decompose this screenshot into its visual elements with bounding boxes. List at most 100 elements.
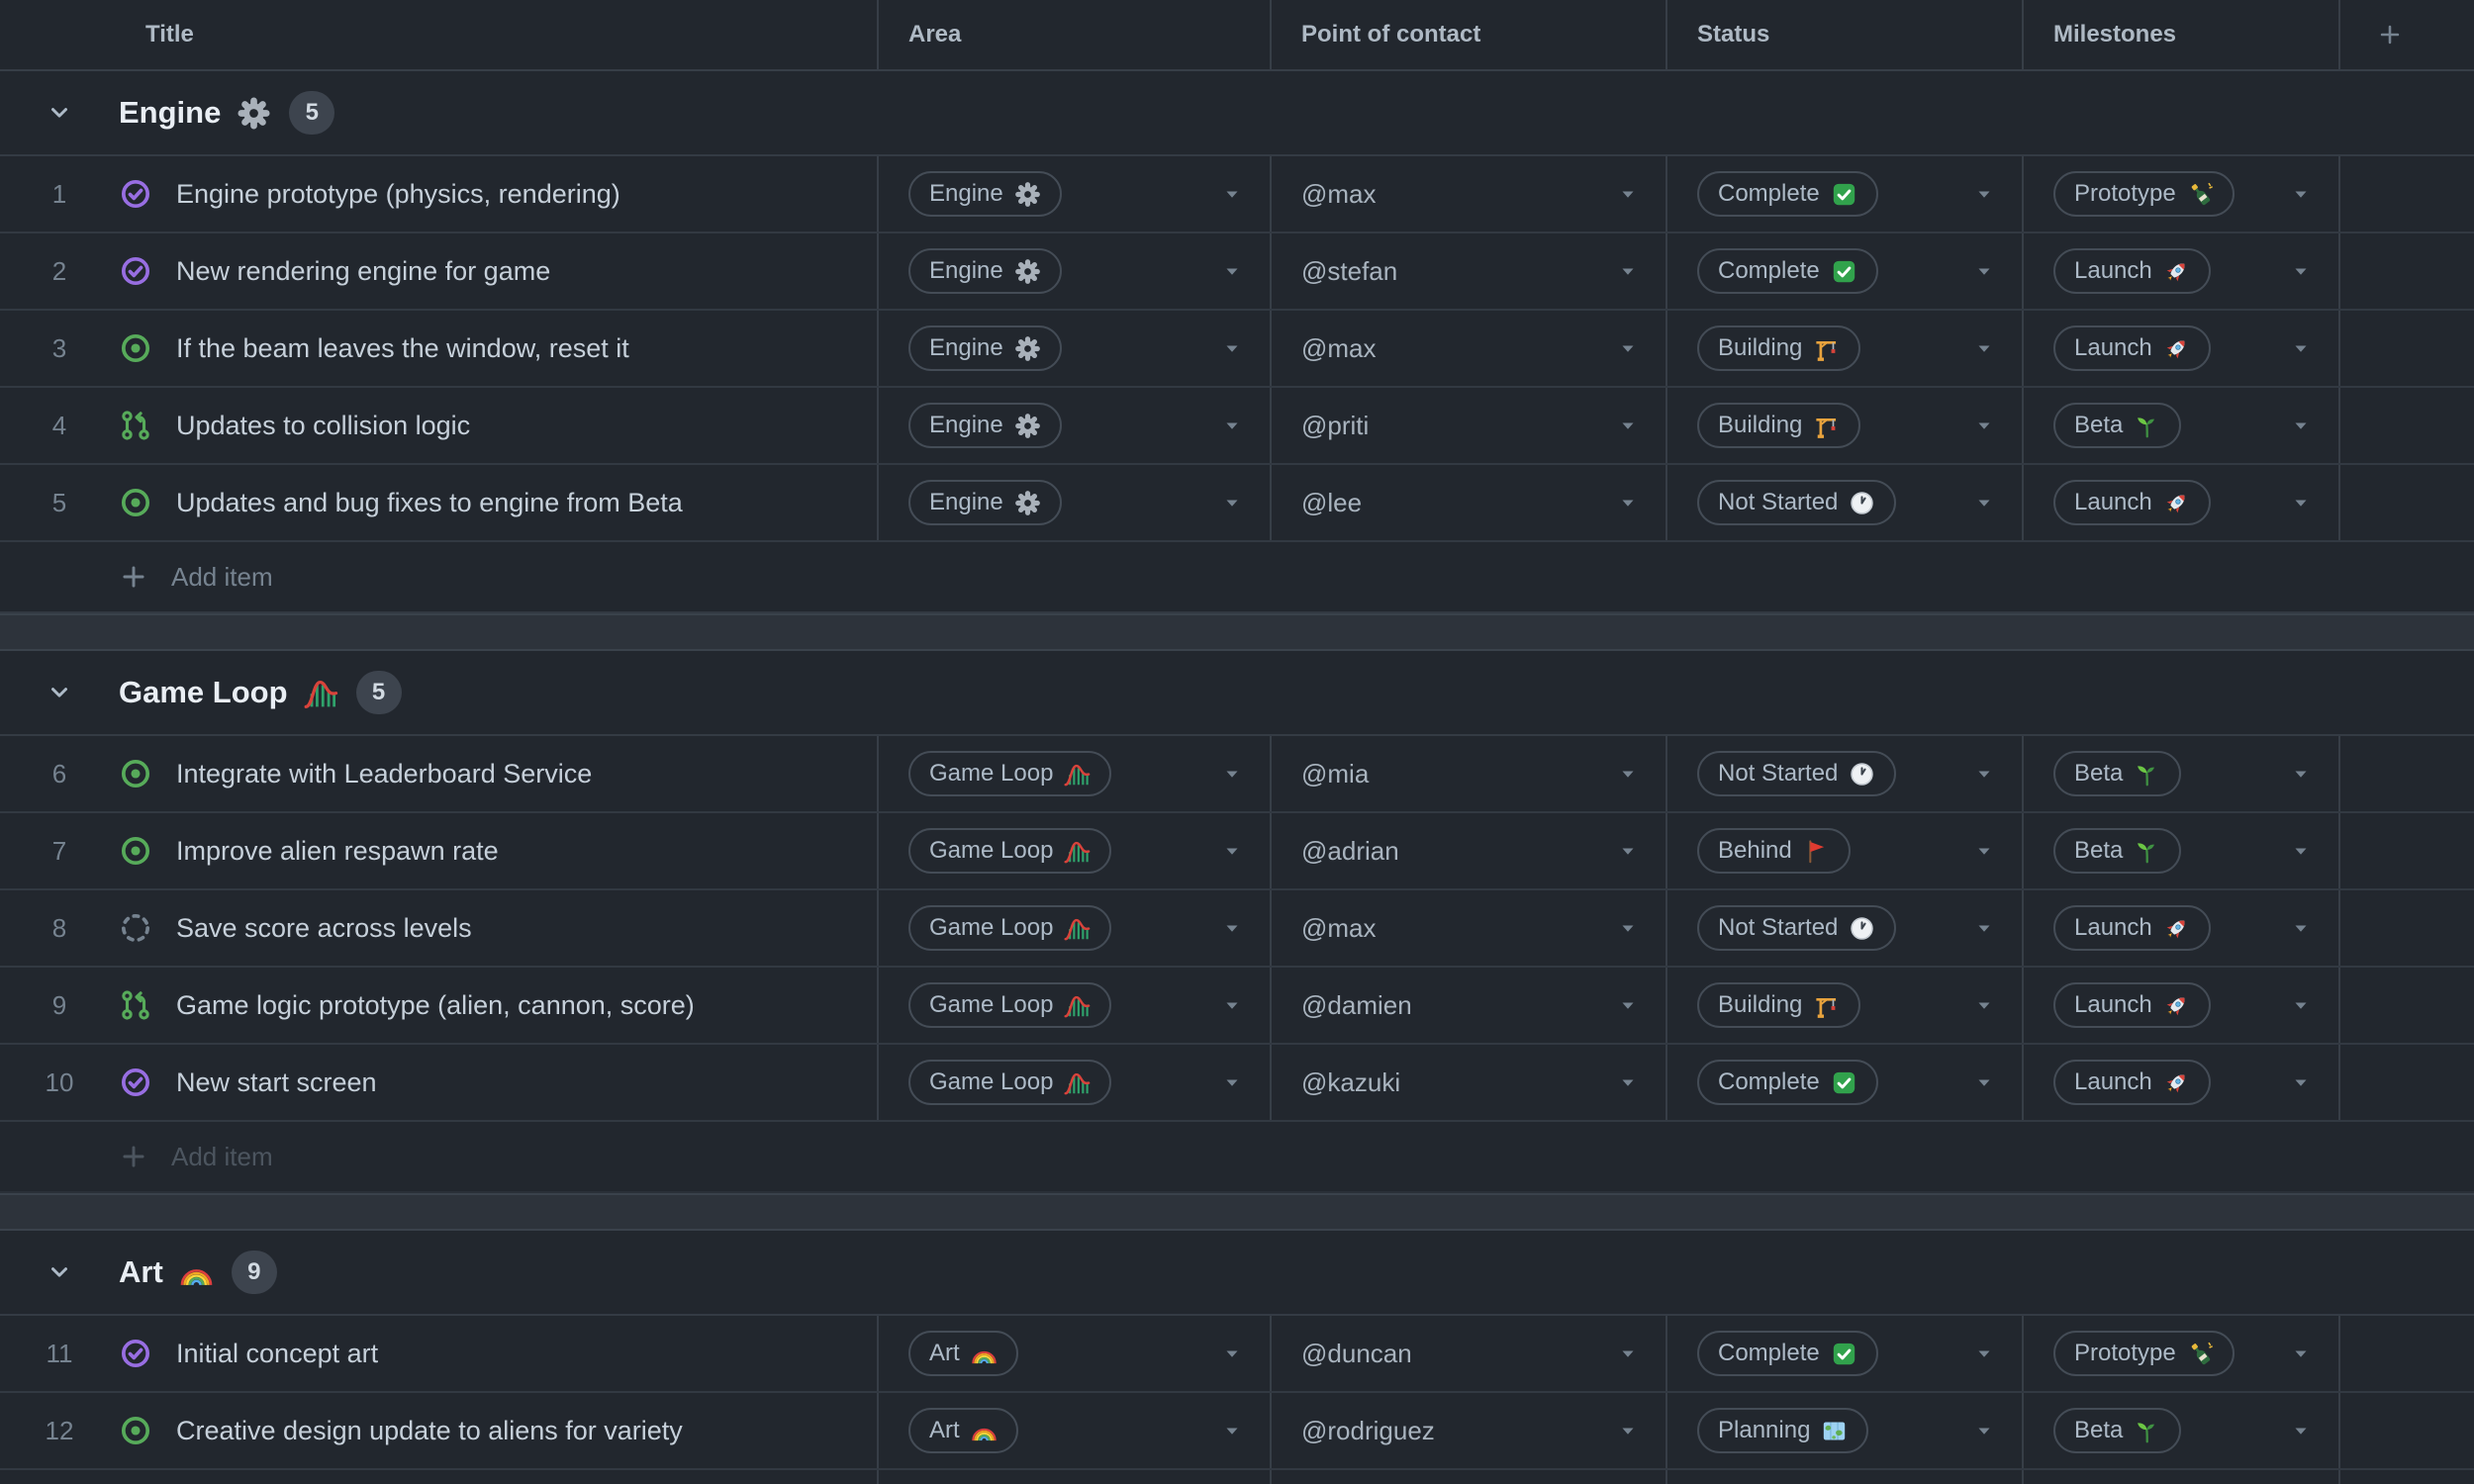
cell-title[interactable]: 10 New start screen [0,1045,877,1120]
cell-milestone[interactable]: Prototype [2022,156,2338,232]
column-header-milestones[interactable]: Milestones [2022,0,2338,69]
cell-status[interactable]: Behind [1665,813,2022,888]
cell-milestone[interactable]: Launch [2022,968,2338,1043]
cell-area[interactable]: Art [877,1316,1270,1391]
cell-milestone[interactable]: Launch [2022,890,2338,966]
add-column-button[interactable] [2338,0,2474,69]
collapse-group-chevron-icon[interactable] [45,98,74,128]
cell-status[interactable]: Building [1665,311,2022,386]
collapse-group-chevron-icon[interactable] [45,678,74,707]
cell-milestone[interactable]: Beta [2022,388,2338,463]
cell-milestone[interactable]: Launch [2022,311,2338,386]
item-title: Updates and bug fixes to engine from Bet… [176,487,683,517]
cell-title[interactable]: 12 Creative design update to aliens for v… [0,1393,877,1468]
cell-title[interactable]: 9 Game logic prototype (alien, cannon, sc… [0,968,877,1043]
cell-title[interactable]: 7 Improve alien respawn rate [0,813,877,888]
cell-area[interactable]: Engine [877,311,1270,386]
cell-poc[interactable]: @sam [1270,1470,1665,1484]
caret-down-icon [1220,491,1244,514]
cell-milestone[interactable]: Beta [2022,813,2338,888]
area-pill-label: Art [929,1417,960,1443]
cell-poc[interactable]: @max [1270,156,1665,232]
add-item-button[interactable]: Add item [0,542,2474,613]
cell-title[interactable]: 1 Engine prototype (physics, rendering) [0,156,877,232]
issue-open-icon [119,486,152,519]
cell-area[interactable]: Engine [877,233,1270,309]
cell-area[interactable]: Game Loop [877,813,1270,888]
item-title: Integrate with Leaderboard Service [176,758,593,788]
cell-milestone[interactable]: Launch [2022,1045,2338,1120]
column-header-poc[interactable]: Point of contact [1270,0,1665,69]
status-pill: Building [1697,982,1861,1028]
cell-title[interactable]: 3 If the beam leaves the window, reset it [0,311,877,386]
item-title: If the beam leaves the window, reset it [176,332,629,363]
caret-down-icon [2289,839,2313,863]
cell-milestone[interactable]: Beta [2022,736,2338,811]
cell-poc[interactable]: @lee [1270,465,1665,540]
cell-area[interactable]: Engine [877,465,1270,540]
caret-down-icon [1220,1070,1244,1094]
cell-area[interactable]: Game Loop [877,1045,1270,1120]
cell-area[interactable]: Engine [877,388,1270,463]
milestone-pill: Beta [2053,751,2182,796]
cell-status[interactable]: Building [1665,968,2022,1043]
cell-poc[interactable]: @max [1270,311,1665,386]
cell-status[interactable]: Not Started [1665,465,2022,540]
cell-area[interactable]: Game Loop [877,736,1270,811]
cell-status[interactable]: Complete [1665,156,2022,232]
cell-status[interactable]: Complete [1665,1316,2022,1391]
column-header-status[interactable]: Status [1665,0,2022,69]
row-number: 4 [51,410,67,440]
cell-area[interactable]: Game Loop [877,968,1270,1043]
cell-status[interactable]: Building [1665,388,2022,463]
cell-title[interactable]: 13Updates to alien, beam, bomb and canno… [0,1470,877,1484]
cell-poc[interactable]: @adrian [1270,813,1665,888]
milestone-pill-label: Beta [2074,760,2124,787]
cell-poc[interactable]: @mia [1270,736,1665,811]
cell-milestone[interactable]: Prototype [2022,1316,2338,1391]
collapse-group-chevron-icon[interactable] [45,1257,74,1287]
cell-status[interactable]: Complete [1665,233,2022,309]
cell-area[interactable]: Art [877,1470,1270,1484]
cell-area[interactable]: Game Loop [877,890,1270,966]
table-row: 3 If the beam leaves the window, reset it… [0,311,2474,388]
cell-status[interactable]: Not Started [1665,890,2022,966]
caret-down-icon [2289,1070,2313,1094]
cell-poc[interactable]: @max [1270,890,1665,966]
cell-add-column-spacer [2338,1393,2474,1468]
cell-milestone[interactable]: Beta [2022,1470,2338,1484]
cell-status[interactable]: Building [1665,1470,2022,1484]
cell-status[interactable]: Planning [1665,1393,2022,1468]
group-count-badge: 5 [289,91,335,135]
area-pill: Engine [908,325,1062,371]
pull-request-icon [119,988,152,1022]
cell-poc[interactable]: @stefan [1270,233,1665,309]
cell-milestone[interactable]: Beta [2022,1393,2338,1468]
cell-title[interactable]: 4 Updates to collision logic [0,388,877,463]
cell-title[interactable]: 11 Initial concept art [0,1316,877,1391]
cell-title[interactable]: 2 New rendering engine for game [0,233,877,309]
cell-status[interactable]: Complete [1665,1045,2022,1120]
add-item-button[interactable]: Add item [0,1122,2474,1193]
cell-poc[interactable]: @rodriguez [1270,1393,1665,1468]
cell-title[interactable]: 8 Save score across levels [0,890,877,966]
column-header-area[interactable]: Area [877,0,1270,69]
cell-title[interactable]: 5 Updates and bug fixes to engine from Be… [0,465,877,540]
cell-milestone[interactable]: Launch [2022,465,2338,540]
cell-poc[interactable]: @kazuki [1270,1045,1665,1120]
caret-down-icon [2289,1342,2313,1365]
poc-handle: @damien [1301,989,1412,1020]
cell-title[interactable]: 6 Integrate with Leaderboard Service [0,736,877,811]
milestone-pill: Launch [2053,905,2211,951]
cell-poc[interactable]: @damien [1270,968,1665,1043]
cell-status[interactable]: Not Started [1665,736,2022,811]
caret-down-icon [2289,993,2313,1017]
cell-poc[interactable]: @duncan [1270,1316,1665,1391]
cell-poc[interactable]: @priti [1270,388,1665,463]
cell-area[interactable]: Art [877,1393,1270,1468]
cell-add-column-spacer [2338,233,2474,309]
cell-milestone[interactable]: Launch [2022,233,2338,309]
cell-area[interactable]: Engine [877,156,1270,232]
column-header-title[interactable]: Title [0,0,877,69]
caret-down-icon [1616,491,1640,514]
